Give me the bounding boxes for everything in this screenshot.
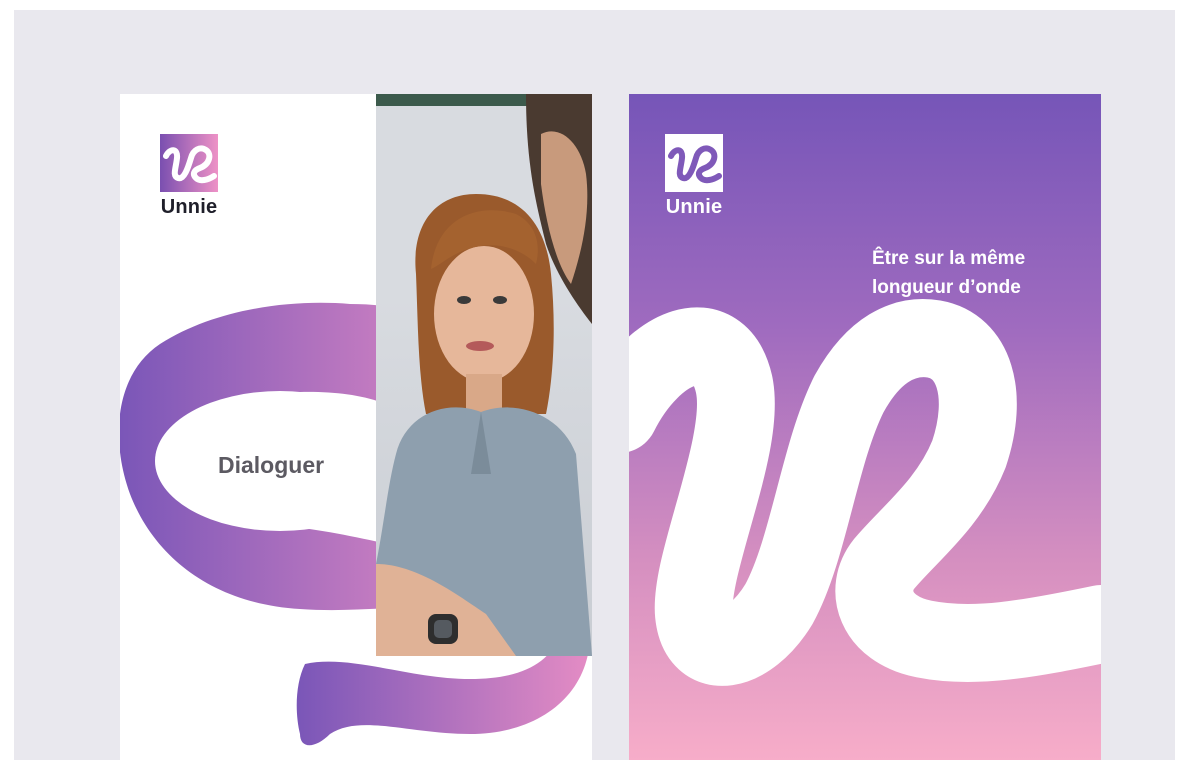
poster-stage: Unnie Dialoguer Unnie Être sur la même l… xyxy=(14,10,1175,760)
poster-card-dialoguer: Unnie Dialoguer xyxy=(120,94,592,760)
unnie-logo-icon xyxy=(160,134,218,192)
tagline-line-2: longueur d’onde xyxy=(872,277,1021,298)
brand-logo: Unnie xyxy=(160,134,218,219)
tagline-line-1: Être sur la même xyxy=(872,248,1026,269)
tagline: Être sur la même longueur d’onde xyxy=(872,244,1025,302)
dialoguer-label: Dialoguer xyxy=(218,452,325,478)
woman-speaking-photo xyxy=(376,94,592,656)
brand-name: Unnie xyxy=(665,196,723,218)
brand-logo: Unnie xyxy=(665,134,723,219)
poster-card-tagline: Unnie Être sur la même longueur d’onde xyxy=(629,94,1101,760)
brand-name: Unnie xyxy=(160,196,218,218)
photo-illustration xyxy=(376,94,592,656)
unnie-logo-icon xyxy=(665,134,723,192)
